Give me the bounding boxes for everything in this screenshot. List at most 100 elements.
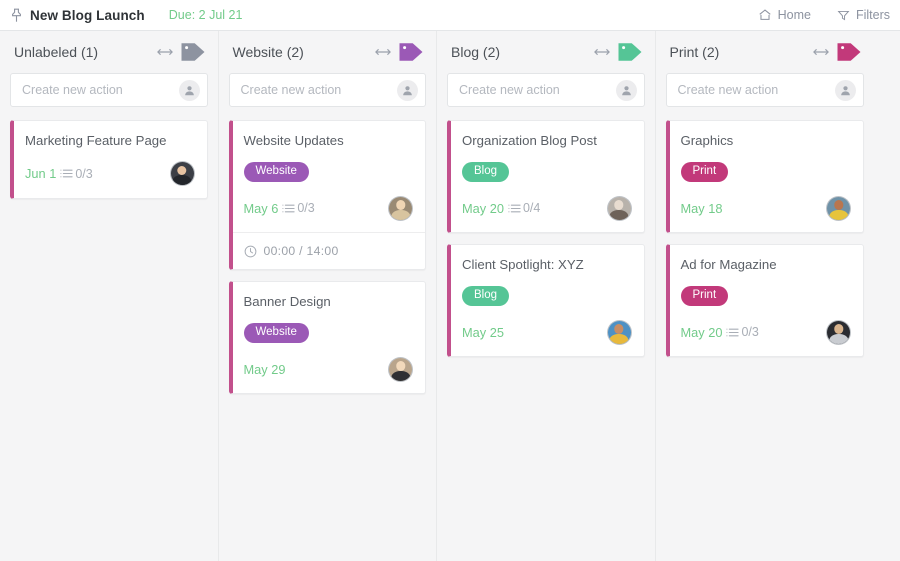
assignee-icon[interactable]: [835, 80, 856, 101]
task-time-tracking[interactable]: 00:00 / 14:00: [233, 232, 426, 258]
task-label-badge[interactable]: Website: [244, 162, 309, 183]
avatar[interactable]: [170, 161, 195, 186]
funnel-icon: [837, 9, 850, 22]
task-label-badge[interactable]: Blog: [462, 162, 509, 183]
task-card[interactable]: Graphics Print May 18: [666, 120, 865, 233]
task-card-meta: May 20 0/4: [462, 195, 632, 221]
checklist-icon: [726, 326, 739, 339]
column-title: Blog (2): [451, 44, 500, 60]
task-checklist[interactable]: 0/3: [60, 167, 92, 181]
task-card[interactable]: Ad for Magazine Print May 20 0/3: [666, 244, 865, 357]
column-title: Website (2): [233, 44, 304, 60]
checklist-count: 0/3: [75, 167, 92, 181]
tag-icon[interactable]: [836, 40, 862, 64]
task-label-badge[interactable]: Blog: [462, 286, 509, 307]
resize-arrows-icon[interactable]: [375, 47, 391, 57]
checklist-icon: [282, 202, 295, 215]
avatar-body: [391, 210, 410, 221]
task-card-title: Banner Design: [244, 294, 414, 311]
task-card-meta: May 18: [681, 195, 852, 221]
checklist-icon: [508, 202, 521, 215]
pin-icon[interactable]: [6, 5, 26, 25]
task-time-value: 00:00 / 14:00: [264, 244, 339, 258]
task-card[interactable]: Organization Blog Post Blog May 20 0/4: [447, 120, 645, 233]
create-new-action-input[interactable]: Create new action: [10, 73, 208, 107]
task-card-title: Graphics: [681, 133, 852, 150]
board-column: Blog (2) Create new action Organization Bl…: [437, 31, 656, 561]
task-card-title: Ad for Magazine: [681, 257, 852, 274]
tag-icon[interactable]: [398, 40, 424, 64]
create-new-action-placeholder: Create new action: [678, 83, 836, 97]
column-title: Print (2): [670, 44, 720, 60]
home-icon: [758, 8, 772, 22]
task-due-date[interactable]: May 6: [244, 201, 279, 216]
task-card-meta: May 29: [244, 356, 414, 382]
task-label-badge[interactable]: Print: [681, 286, 729, 307]
avatar-body: [391, 371, 410, 382]
create-new-action-placeholder: Create new action: [241, 83, 398, 97]
tag-icon[interactable]: [617, 40, 643, 64]
create-new-action-placeholder: Create new action: [22, 83, 179, 97]
column-header: Unlabeled (1): [10, 31, 208, 73]
task-label-badge[interactable]: Website: [244, 323, 309, 344]
task-card-meta: May 20 0/3: [681, 319, 852, 345]
avatar[interactable]: [826, 320, 851, 345]
task-checklist[interactable]: 0/4: [508, 201, 540, 215]
task-card-title: Marketing Feature Page: [25, 133, 195, 150]
tag-icon[interactable]: [180, 40, 206, 64]
avatar-body: [609, 334, 628, 345]
task-checklist[interactable]: 0/3: [726, 325, 758, 339]
task-checklist[interactable]: 0/3: [282, 201, 314, 215]
task-card[interactable]: Banner Design Website May 29: [229, 281, 427, 394]
assignee-icon[interactable]: [616, 80, 637, 101]
column-header: Print (2): [666, 31, 865, 73]
filters-label: Filters: [856, 8, 890, 22]
board-column: Print (2) Create new action Graphics Print M…: [656, 31, 875, 561]
checklist-count: 0/4: [523, 201, 540, 215]
avatar[interactable]: [607, 320, 632, 345]
task-card-title: Client Spotlight: XYZ: [462, 257, 632, 274]
task-card-meta: Jun 1 0/3: [25, 161, 195, 187]
assignee-icon[interactable]: [179, 80, 200, 101]
board-column: Website (2) Create new action Website Upda…: [219, 31, 438, 561]
home-label: Home: [778, 8, 811, 22]
column-title: Unlabeled (1): [14, 44, 98, 60]
create-new-action-input[interactable]: Create new action: [447, 73, 645, 107]
create-new-action-input[interactable]: Create new action: [666, 73, 865, 107]
task-due-date[interactable]: May 20: [462, 201, 504, 216]
avatar-body: [829, 334, 848, 345]
task-due-date[interactable]: May 29: [244, 362, 286, 377]
task-card-title: Organization Blog Post: [462, 133, 632, 150]
filters-button[interactable]: Filters: [837, 8, 890, 22]
task-card[interactable]: Website Updates Website May 60/3 00:00 / 14…: [229, 120, 427, 270]
column-header: Website (2): [229, 31, 427, 73]
checklist-icon: [60, 167, 73, 180]
avatar[interactable]: [388, 357, 413, 382]
task-card-meta: May 25: [462, 319, 632, 345]
task-card[interactable]: Client Spotlight: XYZ Blog May 25: [447, 244, 645, 357]
board-title: New Blog Launch: [30, 8, 145, 23]
assignee-icon[interactable]: [397, 80, 418, 101]
task-due-date[interactable]: May 18: [681, 201, 723, 216]
checklist-count: 0/3: [741, 325, 758, 339]
resize-arrows-icon[interactable]: [813, 47, 829, 57]
task-due-date[interactable]: May 20: [681, 325, 723, 340]
avatar-body: [172, 175, 191, 186]
task-card-title: Website Updates: [244, 133, 414, 150]
task-card-meta: May 60/3: [244, 195, 414, 221]
resize-arrows-icon[interactable]: [157, 47, 173, 57]
avatar[interactable]: [826, 196, 851, 221]
kanban-board: Unlabeled (1) Create new action Marketing …: [0, 31, 900, 561]
task-due-date[interactable]: May 25: [462, 325, 504, 340]
avatar-body: [829, 210, 848, 221]
home-button[interactable]: Home: [758, 8, 811, 22]
board-due-date: Due: 2 Jul 21: [169, 8, 243, 22]
create-new-action-input[interactable]: Create new action: [229, 73, 427, 107]
task-label-badge[interactable]: Print: [681, 162, 729, 183]
resize-arrows-icon[interactable]: [594, 47, 610, 57]
task-due-date[interactable]: Jun 1: [25, 166, 56, 181]
avatar[interactable]: [388, 196, 413, 221]
avatar-body: [609, 210, 628, 221]
task-card[interactable]: Marketing Feature Page Jun 1 0/3: [10, 120, 208, 199]
avatar[interactable]: [607, 196, 632, 221]
